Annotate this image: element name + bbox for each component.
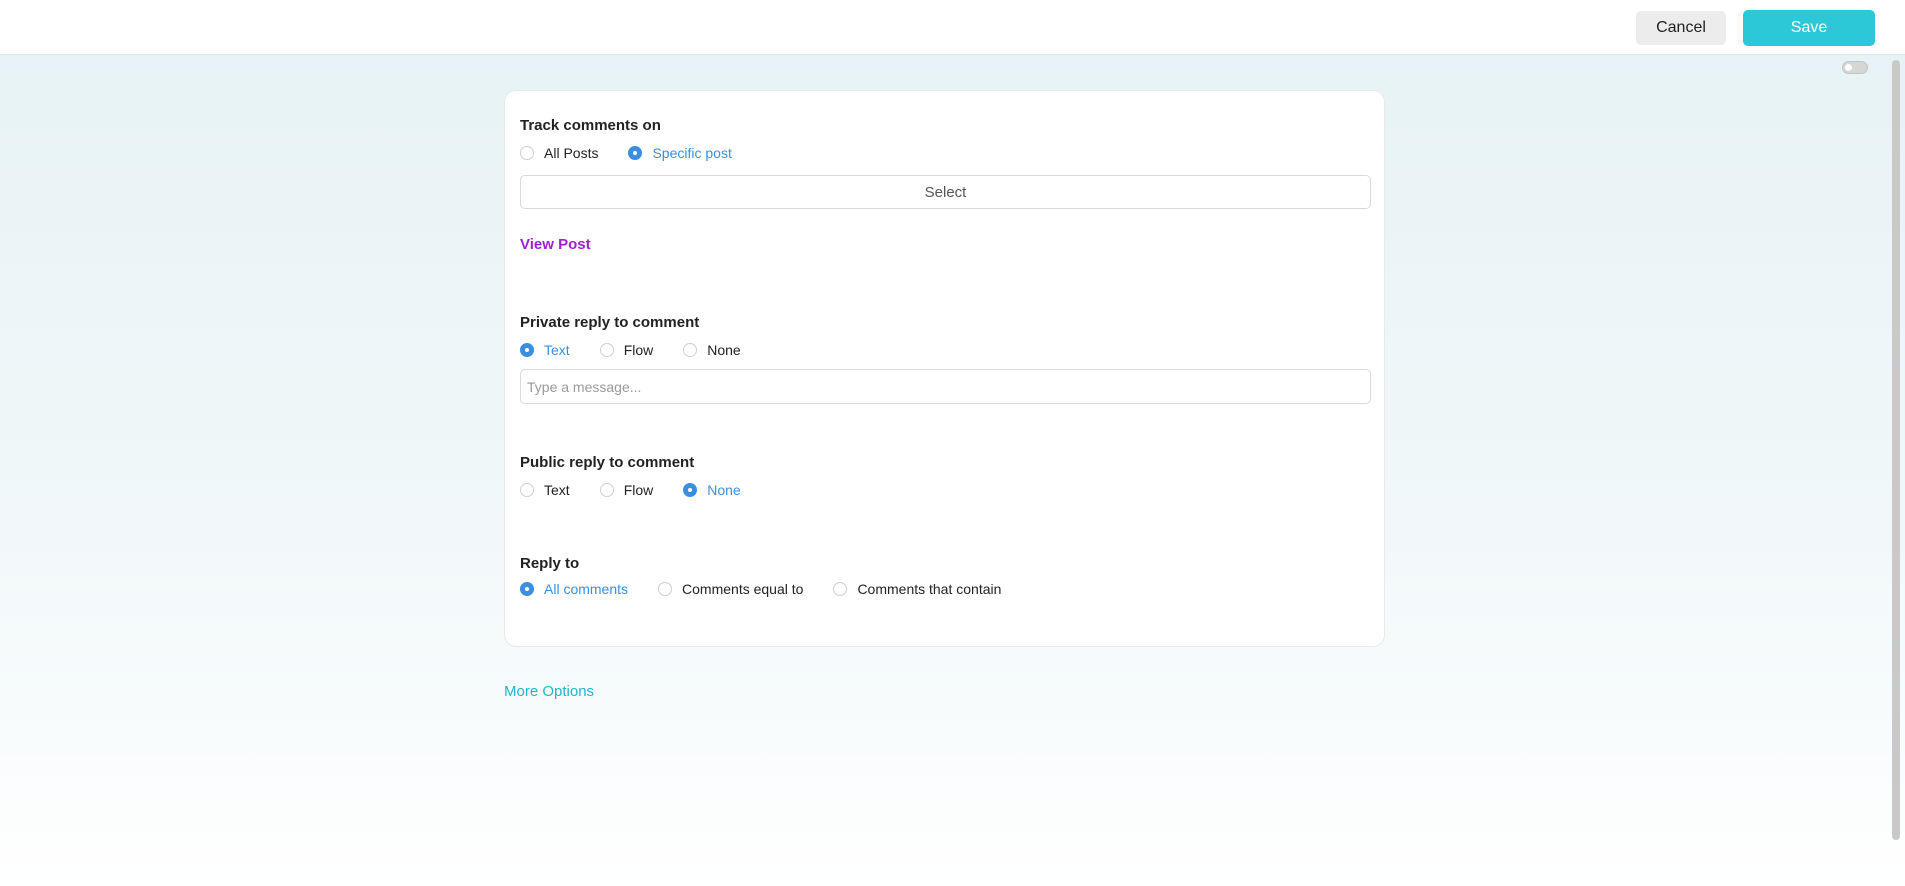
reply-to-options: All comments Comments equal to Comments … bbox=[520, 579, 1031, 599]
radio-all-posts[interactable]: All Posts bbox=[520, 145, 598, 161]
radio-circle-icon bbox=[520, 146, 534, 160]
private-reply-title: Private reply to comment bbox=[520, 314, 700, 331]
comment-settings-card: Track comments on All Posts Specific pos… bbox=[504, 90, 1385, 647]
reply-to-title: Reply to bbox=[520, 555, 580, 572]
radio-comments-that-contain[interactable]: Comments that contain bbox=[833, 581, 1001, 597]
radio-private-flow[interactable]: Flow bbox=[599, 342, 654, 358]
radio-circle-icon bbox=[520, 582, 534, 596]
track-comments-options: All Posts Specific post bbox=[520, 143, 762, 163]
radio-all-comments[interactable]: All comments bbox=[520, 581, 628, 597]
radio-label: Text bbox=[544, 482, 570, 498]
radio-label: Flow bbox=[623, 482, 654, 498]
radio-public-flow[interactable]: Flow bbox=[599, 482, 654, 498]
private-reply-message-input[interactable] bbox=[520, 369, 1371, 404]
radio-label: None bbox=[707, 482, 741, 498]
save-button[interactable]: Save bbox=[1743, 10, 1875, 46]
view-post-link[interactable]: View Post bbox=[520, 236, 591, 253]
more-options-link[interactable]: More Options bbox=[504, 683, 594, 700]
radio-private-text[interactable]: Text bbox=[520, 342, 570, 358]
radio-label: All comments bbox=[544, 581, 629, 597]
radio-circle-icon bbox=[658, 582, 673, 596]
radio-label: Flow bbox=[623, 342, 654, 358]
radio-label: None bbox=[707, 342, 741, 358]
public-reply-title: Public reply to comment bbox=[520, 454, 695, 471]
radio-public-text[interactable]: Text bbox=[520, 482, 570, 498]
radio-specific-post[interactable]: Specific post bbox=[628, 145, 732, 161]
radio-label: Comments that contain bbox=[857, 581, 1002, 597]
scrollbar[interactable] bbox=[1892, 60, 1900, 840]
radio-private-none[interactable]: None bbox=[683, 342, 741, 358]
radio-circle-icon bbox=[683, 343, 698, 357]
radio-circle-icon bbox=[599, 343, 614, 357]
top-toolbar: Cancel Save bbox=[0, 0, 1905, 55]
radio-label: Comments equal to bbox=[682, 581, 804, 597]
radio-public-none[interactable]: None bbox=[683, 482, 741, 498]
radio-circle-icon bbox=[683, 483, 698, 497]
radio-circle-icon bbox=[599, 483, 614, 497]
radio-label: Specific post bbox=[652, 145, 732, 161]
toggle-knob bbox=[1845, 64, 1852, 71]
radio-label: Text bbox=[544, 342, 570, 358]
radio-circle-icon bbox=[520, 483, 534, 497]
post-select-dropdown[interactable]: Select bbox=[520, 175, 1371, 209]
radio-circle-icon bbox=[833, 582, 848, 596]
toggle-switch[interactable] bbox=[1842, 61, 1868, 74]
public-reply-options: Text Flow None bbox=[520, 480, 771, 500]
radio-circle-icon bbox=[628, 146, 643, 160]
radio-comments-equal-to[interactable]: Comments equal to bbox=[658, 581, 803, 597]
track-comments-title: Track comments on bbox=[520, 117, 661, 134]
private-reply-options: Text Flow None bbox=[520, 340, 771, 360]
radio-label: All Posts bbox=[544, 145, 599, 161]
cancel-button[interactable]: Cancel bbox=[1636, 11, 1726, 45]
radio-circle-icon bbox=[520, 343, 534, 357]
